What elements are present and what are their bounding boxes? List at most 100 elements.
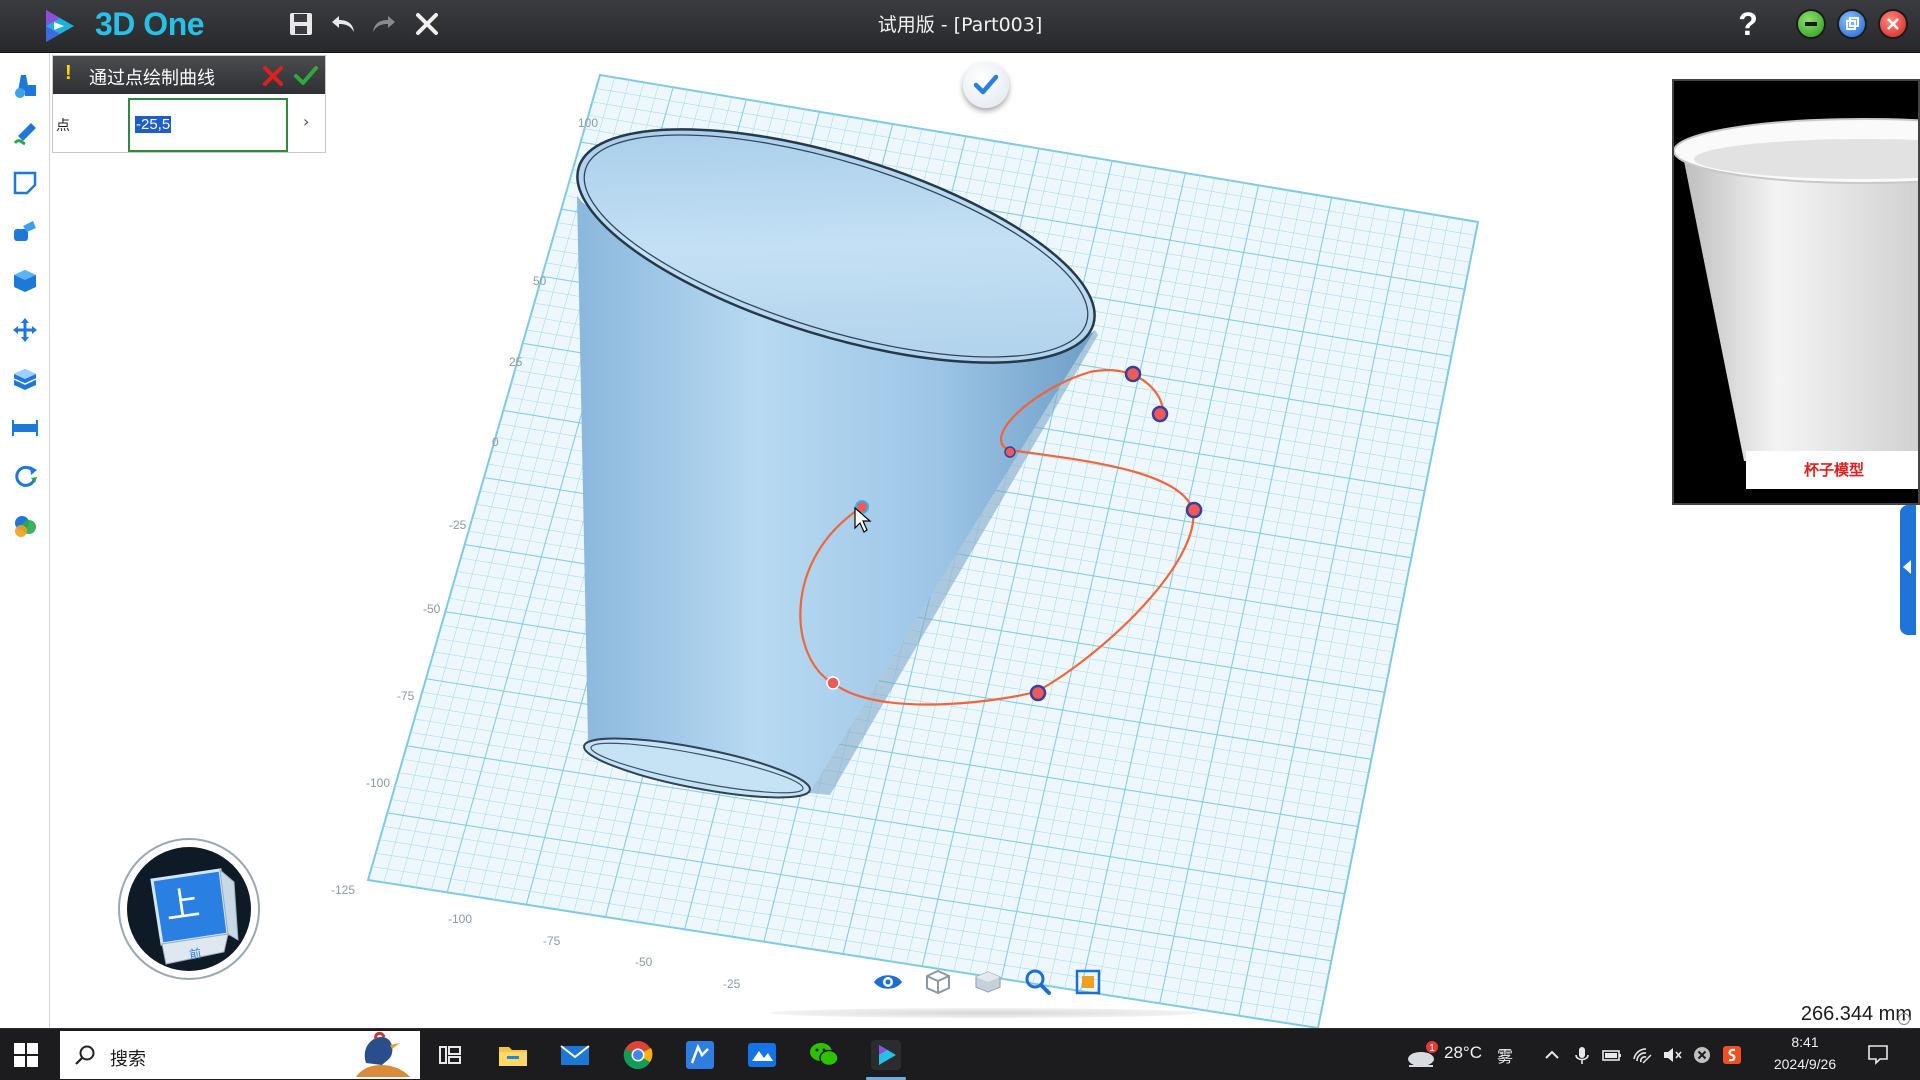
search-icon: [75, 1045, 95, 1065]
app-logo-icon: [46, 10, 74, 42]
point-field-label: 点: [56, 118, 70, 134]
control-point[interactable]: [1151, 405, 1169, 423]
restore-icon: [1846, 17, 1859, 30]
rotate-icon[interactable]: [11, 463, 39, 491]
measure-dropdown-button[interactable]: ⌄: [1898, 1013, 1910, 1025]
3d-viewport[interactable]: 100 50 25 0 -25 -50 -75 -100 -125 -100 -…: [51, 53, 1920, 1028]
undo-icon: [332, 16, 354, 32]
fit-view-icon[interactable]: [1072, 968, 1104, 996]
command-panel: ! 通过点绘制曲线 点 -25,5 ›: [52, 55, 326, 153]
taskbar-search-box[interactable]: 搜索: [60, 1031, 420, 1079]
close-document-button[interactable]: [409, 6, 445, 42]
zoom-icon[interactable]: [1022, 968, 1054, 996]
measure-readout: 266.344 mm: [1800, 1003, 1912, 1025]
wechat-icon[interactable]: [806, 1037, 842, 1073]
maximize-button[interactable]: [1837, 9, 1867, 39]
sketch-edit-icon[interactable]: [11, 169, 39, 197]
cup-preview-image: [1674, 118, 1918, 461]
battery-icon[interactable]: [1601, 1044, 1623, 1066]
3d-one-taskbar-icon[interactable]: [868, 1037, 904, 1073]
grid-label: -50: [423, 602, 441, 616]
grid-label: -75: [397, 689, 415, 703]
scene-canvas[interactable]: 100 50 25 0 -25 -50 -75 -100 -125 -100 -…: [51, 53, 1920, 1028]
color-material-icon[interactable]: [11, 512, 39, 540]
move-icon[interactable]: [11, 316, 39, 344]
left-toolbar: [0, 53, 50, 1028]
input-method-icon[interactable]: [1721, 1044, 1743, 1066]
minimize-button[interactable]: [1796, 9, 1826, 39]
blue-app-icon[interactable]: [682, 1037, 718, 1073]
temperature-text: 28°C: [1444, 1043, 1482, 1062]
grid-label: -125: [331, 883, 355, 897]
grid-label: 100: [578, 116, 598, 130]
eye-icon[interactable]: [872, 968, 904, 996]
chrome-icon[interactable]: [620, 1037, 656, 1073]
preview-caption: 杯子模型: [1746, 451, 1918, 489]
task-view-icon[interactable]: [432, 1037, 468, 1073]
measure-icon[interactable]: [11, 414, 39, 442]
window-title: 试用版 - [Part003]: [877, 14, 1043, 36]
clock-time[interactable]: 8:41: [1760, 1034, 1850, 1050]
redo-button[interactable]: [366, 6, 402, 42]
combine-icon[interactable]: [11, 365, 39, 393]
grid-label: -75: [543, 934, 561, 948]
windows-start-icon[interactable]: [14, 1043, 38, 1067]
view-cube[interactable]: 上 前: [116, 836, 262, 982]
grid-label: -25: [449, 518, 467, 532]
model-preview-panel: 杯子模型: [1672, 79, 1920, 505]
confirm-action-button[interactable]: [963, 62, 1009, 108]
microphone-icon[interactable]: [1571, 1044, 1593, 1066]
close-circle-icon[interactable]: [1691, 1044, 1713, 1066]
control-point[interactable]: [1029, 684, 1047, 702]
search-placeholder: 搜索: [110, 1049, 146, 1070]
view-tools-shadow: [770, 1008, 1200, 1018]
title-bar: 3D One 试用版 - [Part003] ?: [0, 0, 1920, 53]
basic-solids-icon[interactable]: [11, 71, 39, 99]
point-coordinate-value[interactable]: -25,5: [135, 116, 172, 133]
feature-modeling-icon[interactable]: [11, 218, 39, 246]
weather-alert-badge: 1: [1429, 1043, 1435, 1054]
control-point[interactable]: [826, 676, 840, 690]
save-button[interactable]: [283, 6, 319, 42]
checkmark-icon: [973, 74, 999, 95]
search-highlight-illustration-icon: [356, 1031, 410, 1077]
windows-taskbar: 搜索 1 28°C 雾 8:41 2024/9/26: [0, 1028, 1920, 1080]
control-point[interactable]: [1124, 365, 1142, 383]
wireframe-cube-icon[interactable]: [922, 968, 954, 996]
sketch-pen-icon[interactable]: [11, 120, 39, 148]
grid-label: 50: [533, 274, 547, 288]
transparent-cube-icon[interactable]: [972, 968, 1004, 996]
grid-label: -25: [723, 977, 741, 991]
control-point[interactable]: [1004, 446, 1016, 458]
close-window-button[interactable]: [1878, 9, 1908, 39]
view-tools-bar: [860, 960, 1120, 1004]
command-panel-header: ! 通过点绘制曲线: [53, 56, 325, 94]
control-point[interactable]: [1185, 501, 1203, 519]
photos-app-icon[interactable]: [744, 1037, 780, 1073]
save-icon: [290, 13, 312, 35]
help-button[interactable]: ?: [1728, 4, 1768, 44]
grid-label: -100: [366, 776, 390, 790]
chevron-up-icon[interactable]: [1541, 1044, 1563, 1066]
app-name: 3D One: [95, 6, 205, 42]
speaker-muted-icon[interactable]: [1661, 1044, 1683, 1066]
minimize-icon: [1805, 22, 1817, 26]
redo-icon: [373, 16, 395, 32]
file-explorer-icon[interactable]: [495, 1037, 531, 1073]
cancel-command-button[interactable]: [261, 64, 285, 88]
point-coordinate-input[interactable]: -25,5: [128, 98, 288, 152]
clock-date[interactable]: 2024/9/26: [1760, 1056, 1850, 1072]
ok-command-button[interactable]: [293, 63, 319, 89]
side-panel-toggle[interactable]: [1900, 505, 1916, 635]
close-icon: [1887, 18, 1899, 30]
weather-condition-text: 雾: [1497, 1047, 1514, 1066]
expand-arrow-button[interactable]: ›: [303, 112, 309, 131]
close-icon: [416, 13, 438, 35]
weather-icon[interactable]: 1: [1403, 1039, 1443, 1071]
undo-button[interactable]: [325, 6, 361, 42]
notification-center-icon[interactable]: [1866, 1043, 1890, 1065]
mail-icon[interactable]: [557, 1037, 593, 1073]
special-features-icon[interactable]: [11, 267, 39, 295]
grid-label: 25: [509, 355, 523, 369]
wifi-icon[interactable]: [1631, 1044, 1653, 1066]
